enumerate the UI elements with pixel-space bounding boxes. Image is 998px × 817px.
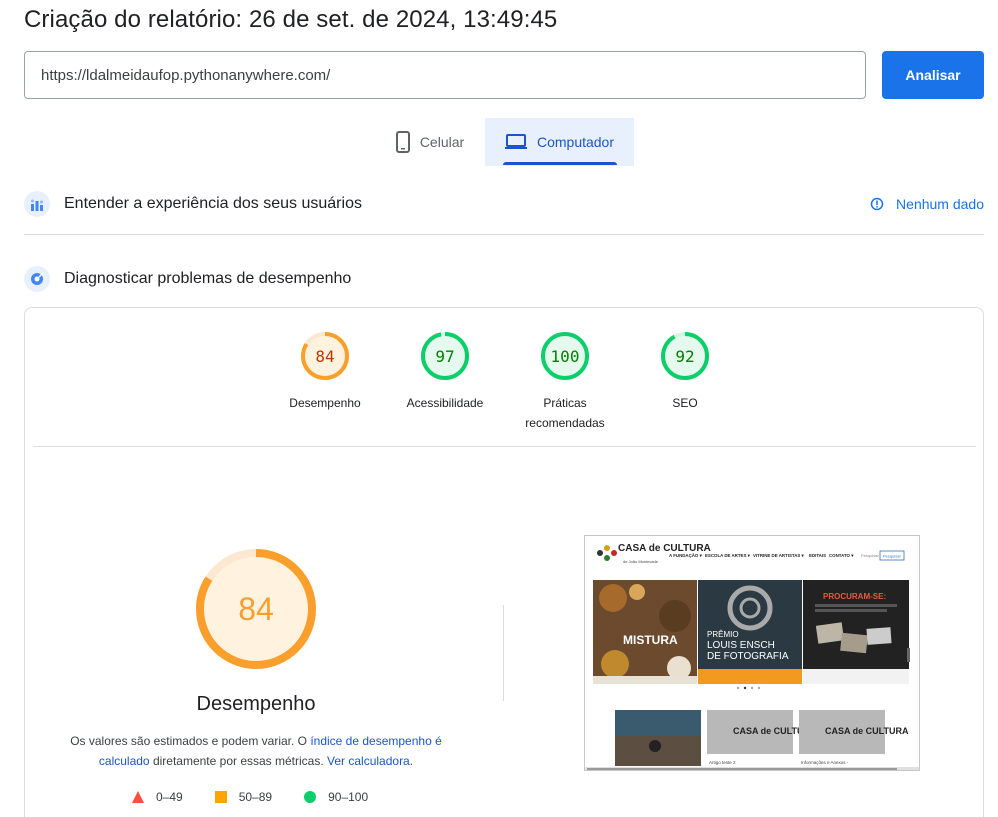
score-value: 84: [315, 347, 334, 366]
url-value[interactable]: https://ldalmeidaufop.pythonanywhere.com…: [41, 67, 330, 84]
gauge-label-line: Práticas: [543, 396, 587, 410]
square-icon: [214, 791, 227, 803]
users-icon: [24, 191, 50, 217]
gauge-seo[interactable]: 92 SEO: [625, 331, 745, 413]
field-data-section: Entender a experiência dos seus usuários…: [24, 189, 984, 219]
slide-1-title: MISTURA: [623, 633, 678, 647]
card-logo-text: CASA de CULTURA: [825, 726, 909, 736]
legend-range: 90–100: [328, 790, 369, 804]
lab-data-label: Diagnosticar problemas de desempenho: [64, 270, 352, 287]
score-ring: 84: [301, 332, 349, 380]
vertical-divider: [503, 605, 504, 701]
legend-average: 50–89: [214, 790, 273, 804]
info-icon: [870, 197, 884, 211]
site-card-title: Artigo teste 2: [709, 760, 736, 765]
site-nav-item: A FUNDAÇÃO ▾: [669, 553, 703, 558]
performance-label: Desempenho: [196, 693, 316, 715]
slide-2-line: DE FOTOGRAFIA: [707, 651, 789, 662]
gauge-label: SEO: [672, 396, 698, 410]
score-value: 100: [551, 347, 580, 366]
legend-range: 50–89: [238, 790, 273, 804]
site-nav-item: ESCOLA DE ARTES ▾: [705, 553, 751, 558]
gauge-best-practices[interactable]: 100 Práticas recomendadas: [505, 331, 625, 433]
gauge-performance[interactable]: 84 Desempenho: [265, 331, 385, 413]
tab-desktop-label: Computador: [536, 134, 615, 150]
gauge-label: Práticas recomendadas: [505, 393, 625, 433]
score-ring: 100: [541, 332, 589, 380]
report-card: 84 Desempenho 97 Acessibilidade 100 Prát…: [24, 307, 984, 817]
triangle-icon: [132, 791, 144, 803]
site-nav-item: EDITAIS: [809, 553, 826, 558]
analyze-button[interactable]: Analisar: [882, 51, 984, 99]
legend-pass: 90–100: [304, 790, 368, 804]
tab-desktop[interactable]: Computador: [485, 118, 634, 166]
calculator-link[interactable]: Ver calculadora: [327, 754, 410, 768]
site-search-placeholder: Pesquisar: [861, 553, 879, 558]
circle-icon: [304, 791, 317, 803]
url-input[interactable]: https://ldalmeidaufop.pythonanywhere.com…: [24, 51, 866, 99]
no-data-link[interactable]: Nenhum dado: [870, 196, 984, 212]
desc-text: .: [409, 754, 414, 768]
diagnostics-icon: [24, 266, 50, 292]
performance-score: 84: [238, 591, 274, 627]
score-ring: 92: [661, 332, 709, 380]
legend-range: 0–49: [156, 790, 183, 804]
slide-2-line: PRÊMIO: [707, 630, 739, 639]
gauge-accessibility[interactable]: 97 Acessibilidade: [385, 331, 505, 413]
site-search-button: Pesquisar: [883, 554, 901, 559]
no-data-label: Nenhum dado: [896, 196, 984, 212]
score-value: 92: [675, 347, 694, 366]
gauge-label: Acessibilidade: [406, 396, 484, 410]
slide-2-line: LOUIS ENSCH: [707, 640, 775, 651]
slide-3-title: PROCURAM-SE:: [823, 592, 886, 601]
gauge-label: Desempenho: [289, 396, 361, 410]
performance-gauge: 84: [196, 549, 316, 669]
site-card-title: Informações e Anexos -: [801, 760, 849, 765]
card-divider: [33, 446, 976, 447]
score-ring: 97: [421, 332, 469, 380]
site-nav-item: VITRINE DE ARTISTAS ▾: [753, 553, 805, 558]
site-logo-sub: de João Monlevade: [623, 559, 659, 564]
tab-active-indicator: [503, 162, 617, 165]
score-value: 97: [435, 347, 454, 366]
tab-mobile[interactable]: Celular: [380, 118, 480, 166]
site-nav-item: CONTATO ▾: [829, 553, 854, 558]
screenshot-render: CASA de CULTURA de João Monlevade A FUND…: [585, 536, 919, 770]
legend-fail: 0–49: [132, 790, 183, 804]
laptop-icon: [504, 134, 527, 149]
report-title: Criação do relatório: 26 de set. de 2024…: [24, 6, 558, 33]
desc-text: diretamente por essas métricas.: [149, 754, 328, 768]
performance-description: Os valores são estimados e podem variar.…: [61, 731, 451, 771]
phone-icon: [395, 131, 410, 153]
gauge-label-line: recomendadas: [525, 416, 605, 430]
page-screenshot: CASA de CULTURA de João Monlevade A FUND…: [584, 535, 920, 771]
section-divider: [24, 234, 984, 235]
tab-mobile-label: Celular: [419, 134, 465, 150]
field-data-label: Entender a experiência dos seus usuários: [64, 195, 362, 212]
lab-data-section: Diagnosticar problemas de desempenho: [24, 264, 984, 294]
desc-text: Os valores são estimados e podem variar.…: [70, 734, 311, 748]
score-legend: 0–49 50–89 90–100: [132, 790, 368, 804]
